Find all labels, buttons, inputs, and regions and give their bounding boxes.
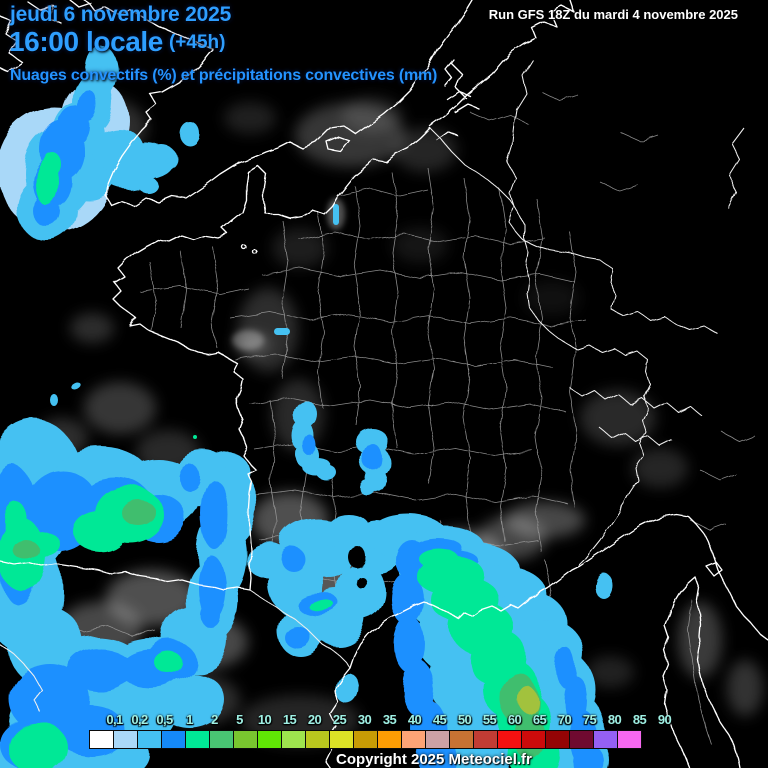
legend-value-label: 40 [407,712,422,727]
forecast-time: 16:00 locale (+45h) [9,26,225,58]
legend-value-label: 55 [482,712,497,727]
legend-color-box [473,730,498,749]
legend-color-box [329,730,354,749]
legend-color-box [401,730,426,749]
legend-color-box [185,730,210,749]
legend-color-box [233,730,258,749]
legend-color-box [617,730,642,749]
legend-value-label: 30 [357,712,372,727]
legend-value-label: 1 [186,712,193,727]
legend-value-label: 15 [282,712,297,727]
legend-color-box [353,730,378,749]
legend-color-box [569,730,594,749]
legend-color-box [305,730,330,749]
map-parameter-title: Nuages convectifs (%) et précipitations … [10,67,438,84]
weather-map-page: jeudi 6 novembre 2025 16:00 locale (+45h)… [0,0,768,768]
legend-value-label: 50 [457,712,472,727]
legend-value-label: 65 [532,712,547,727]
legend-color-box [209,730,234,749]
forecast-hour-offset: (+45h) [168,32,226,53]
legend-color-box [425,730,450,749]
legend-colorbar [89,730,642,749]
copyright-text: Copyright 2025 Meteociel.fr [336,751,532,768]
legend-color-box [89,730,114,749]
legend-value-label: 60 [507,712,522,727]
legend-color-box [137,730,162,749]
legend-value-label: 70 [557,712,572,727]
legend-value-label: 90 [657,712,672,727]
precip-10mm [519,687,537,713]
legend-color-box [449,730,474,749]
legend-color-box [521,730,546,749]
legend-value-label: 0,2 [131,712,148,727]
legend-value-label: 0,1 [106,712,123,727]
forecast-time-label: 16:00 locale [9,26,163,57]
legend-color-box [257,730,282,749]
legend-color-box [113,730,138,749]
legend-value-label: 75 [582,712,597,727]
legend-value-label: 10 [257,712,272,727]
legend-color-box [161,730,186,749]
legend-value-label: 2 [211,712,218,727]
legend-value-label: 20 [307,712,322,727]
legend-value-label: 25 [332,712,347,727]
legend-color-box [593,730,618,749]
weather-map [0,0,768,768]
legend-value-label: 45 [432,712,447,727]
legend-labels: 0,1 0,2 0,5 1 2 5 10 15 20 25 30 35 40 45 50 55 60 65 70 75… [102,712,677,727]
legend-color-box [545,730,570,749]
legend-color-box [281,730,306,749]
legend-color-box [377,730,402,749]
legend-value-label: 5 [236,712,243,727]
legend-color-box [497,730,522,749]
legend-value-label: 0,5 [156,712,173,727]
model-run-info: Run GFS 18Z du mardi 4 novembre 2025 [488,7,738,22]
legend-value-label: 85 [632,712,647,727]
legend-value-label: 80 [607,712,622,727]
forecast-date: jeudi 6 novembre 2025 [10,3,232,26]
legend-value-label: 35 [382,712,397,727]
